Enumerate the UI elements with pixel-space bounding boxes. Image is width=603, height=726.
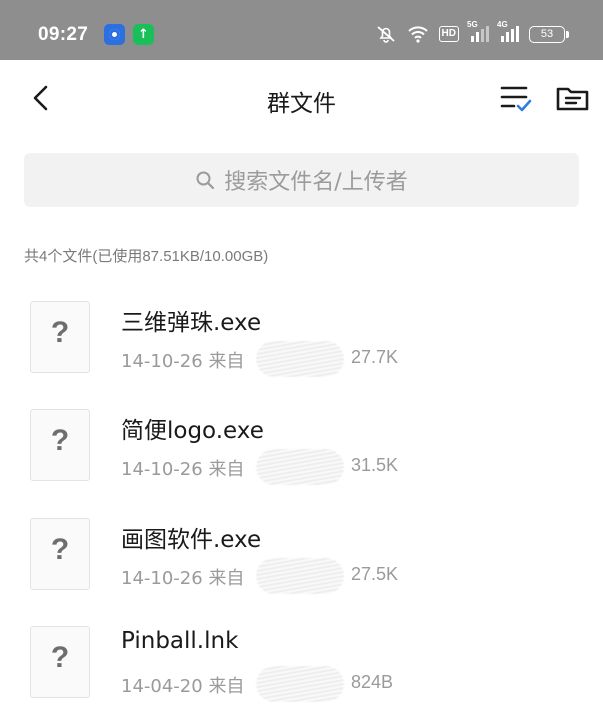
- file-from-label: 来自: [208, 351, 245, 372]
- file-size: 27.7K: [351, 347, 399, 367]
- upload-notification-icon: ↑: [133, 24, 154, 45]
- unknown-file-icon: ?: [30, 301, 90, 373]
- file-meta: 14-10-26 来自: [121, 455, 244, 481]
- redacted-uploader: [256, 449, 344, 485]
- mute-icon: [376, 26, 395, 43]
- file-from-label: 来自: [208, 568, 245, 589]
- network-5g-label: 5G: [467, 20, 478, 29]
- file-name: 三维弹珠.exe: [121, 310, 262, 336]
- file-name: 画图软件.exe: [121, 527, 262, 553]
- file-from-label: 来自: [208, 459, 245, 480]
- file-date: 14-10-26: [121, 351, 203, 372]
- wifi-icon: [407, 26, 428, 43]
- status-time: 09:27: [38, 24, 89, 45]
- file-meta: 14-10-26 来自: [121, 564, 244, 590]
- file-date: 14-10-26: [121, 459, 203, 480]
- file-date: 14-04-20: [121, 676, 203, 697]
- search-input[interactable]: 搜索文件名/上传者: [24, 153, 579, 207]
- status-icons: HD 5G 4G 53: [375, 20, 569, 45]
- file-size: 31.5K: [351, 455, 399, 475]
- file-from-label: 来自: [208, 676, 245, 697]
- file-meta: 14-04-20 来自: [121, 672, 244, 698]
- hd-voice-icon: HD: [438, 26, 459, 42]
- unknown-file-icon: ?: [30, 409, 90, 481]
- folder-button[interactable]: [554, 80, 592, 116]
- file-date: 14-10-26: [121, 568, 203, 589]
- search-placeholder: 搜索文件名/上传者: [224, 170, 408, 195]
- multi-select-button[interactable]: [498, 80, 536, 116]
- file-row[interactable]: ? 画图软件.exe 14-10-26 来自 27.5K: [0, 518, 603, 618]
- redacted-uploader: [256, 558, 344, 594]
- redacted-uploader: [256, 341, 344, 377]
- file-size: 27.5K: [351, 564, 399, 584]
- file-row[interactable]: ? 简便logo.exe 14-10-26 来自 31.5K: [0, 409, 603, 509]
- title-bar: 群文件: [0, 60, 603, 136]
- signal-5g-icon: 5G: [467, 20, 489, 42]
- search-icon: [196, 171, 215, 190]
- network-4g-label: 4G: [497, 20, 508, 29]
- file-row[interactable]: ? Pinball.lnk 14-04-20 来自 824B: [0, 626, 603, 726]
- unknown-file-icon: ?: [30, 626, 90, 698]
- storage-summary: 共4个文件(已使用87.51KB/10.00GB): [24, 248, 269, 265]
- list-check-icon: [500, 86, 532, 112]
- unknown-file-icon: ?: [30, 518, 90, 590]
- redacted-uploader: [256, 666, 344, 702]
- file-meta: 14-10-26 来自: [121, 347, 244, 373]
- file-size: 824B: [351, 672, 394, 692]
- file-row[interactable]: ? 三维弹珠.exe 14-10-26 来自 27.7K: [0, 301, 603, 401]
- file-name: 简便logo.exe: [121, 418, 264, 444]
- signal-4g-icon: 4G: [497, 20, 519, 42]
- battery-icon: 53: [529, 25, 569, 43]
- app-notification-icon: [104, 24, 125, 45]
- file-name: Pinball.lnk: [121, 628, 239, 654]
- status-bar: 09:27 ↑ HD 5G 4G 53: [0, 0, 603, 60]
- folder-icon: [556, 87, 589, 111]
